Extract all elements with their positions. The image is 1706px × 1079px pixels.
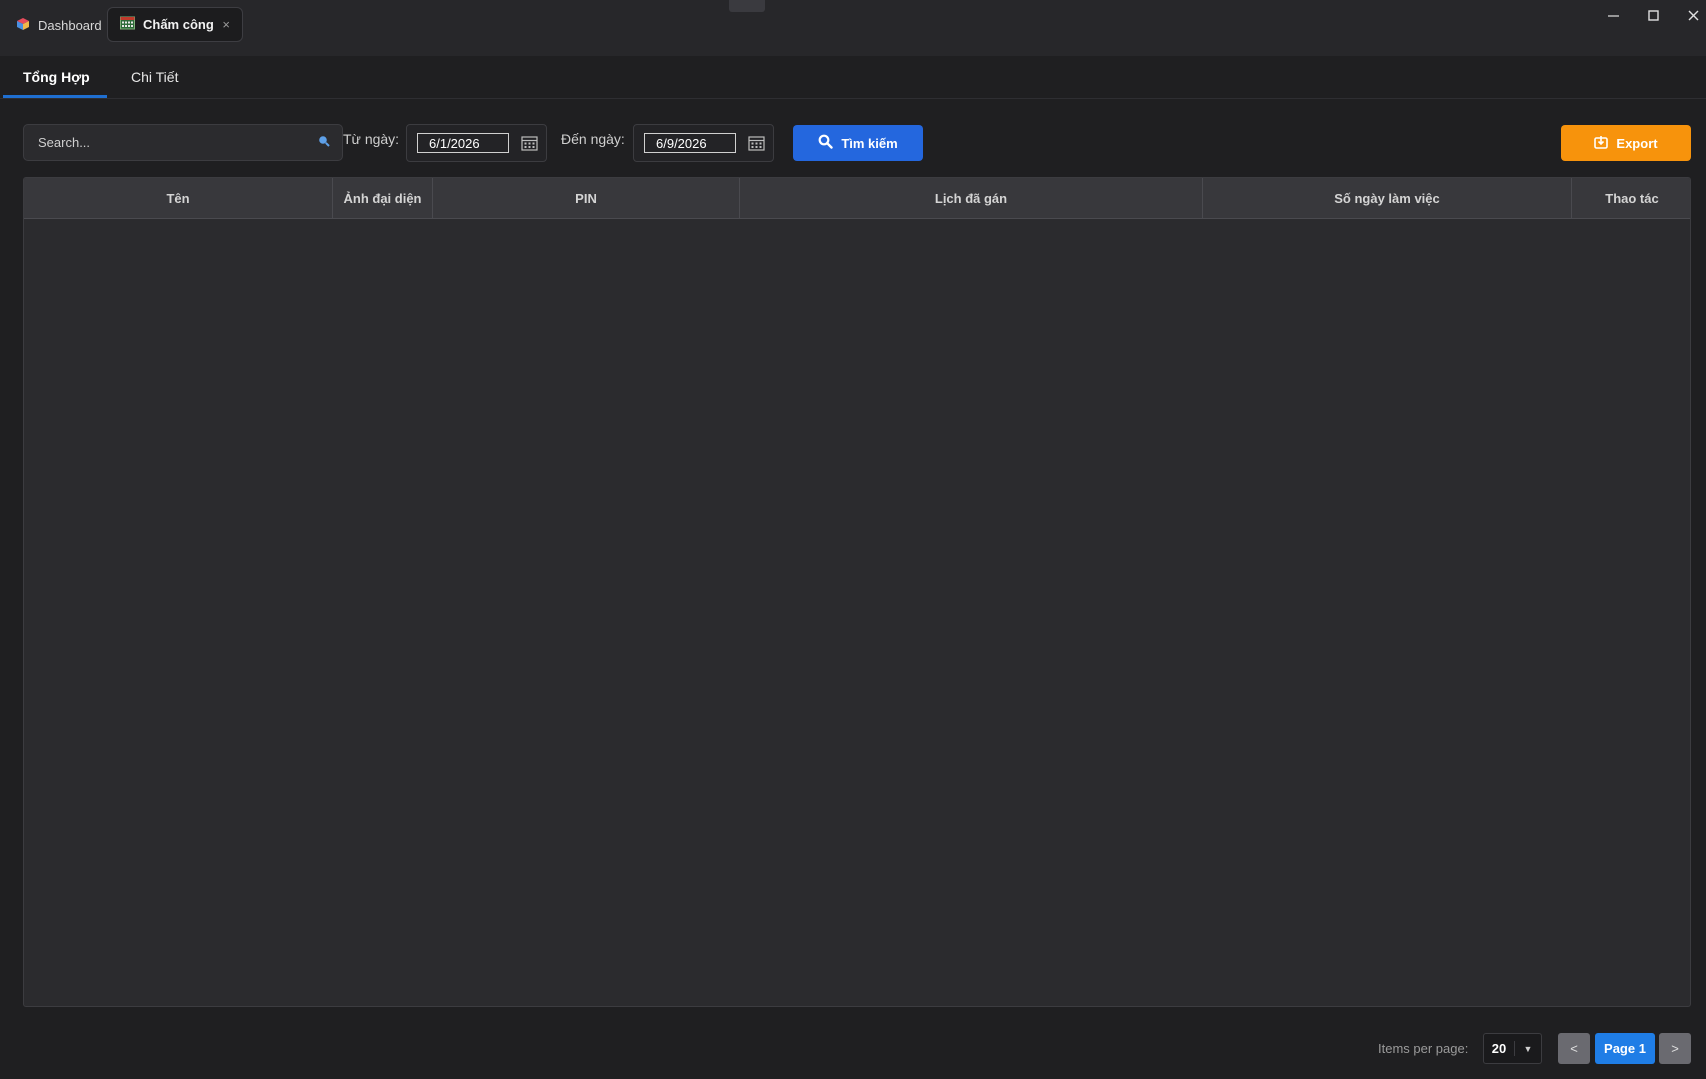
tab-dashboard[interactable]: Dashboard (10, 10, 108, 40)
magnifier-icon (818, 134, 834, 152)
tab-dashboard-label: Dashboard (38, 17, 102, 33)
items-per-page-value: 20 (1484, 1041, 1515, 1056)
cube-logo-icon (16, 17, 30, 34)
items-per-page-select[interactable]: 20 ▼ (1483, 1033, 1542, 1064)
prev-page-button[interactable]: < (1558, 1033, 1590, 1064)
search-input[interactable] (36, 134, 318, 151)
search-button-label: Tìm kiếm (841, 135, 898, 151)
export-icon (1594, 135, 1609, 152)
next-page-button[interactable]: > (1659, 1033, 1691, 1064)
export-button-label: Export (1616, 135, 1658, 151)
from-date-picker[interactable]: 6/1/2026 (406, 124, 547, 162)
tab-cham-cong-label: Chấm công (143, 17, 214, 32)
active-tab-indicator (3, 95, 107, 98)
column-header-anh-dai-dien[interactable]: Ảnh đại diện (333, 178, 433, 218)
from-date-label: Từ ngày: (343, 131, 400, 147)
to-date-label: Đến ngày: (561, 131, 625, 147)
column-header-thao-tac[interactable]: Thao tác (1572, 178, 1690, 218)
subtab-tong-hop[interactable]: Tổng Hợp (23, 56, 90, 98)
maximize-button[interactable] (1633, 4, 1673, 26)
tab-close-icon[interactable]: × (222, 17, 230, 32)
calendar-grid-icon (120, 16, 135, 33)
column-header-ten[interactable]: Tên (24, 178, 333, 218)
search-button[interactable]: Tìm kiếm (793, 125, 923, 161)
export-button[interactable]: Export (1561, 125, 1691, 161)
minimize-button[interactable] (1593, 4, 1633, 26)
close-window-button[interactable] (1673, 4, 1706, 26)
subtab-chi-tiet[interactable]: Chi Tiết (131, 56, 178, 98)
window-drag-handle[interactable] (729, 0, 765, 12)
calendar-icon[interactable] (521, 135, 538, 151)
tab-cham-cong[interactable]: Chấm công × (107, 7, 243, 42)
title-bar: Dashboard Chấm công × (0, 0, 1706, 56)
items-per-page-label: Items per page: (1378, 1041, 1469, 1056)
data-table: Tên Ảnh đại diện PIN Lịch đã gán Số ngày… (23, 177, 1691, 1007)
search-icon[interactable] (318, 135, 330, 150)
chevron-down-icon[interactable]: ▼ (1515, 1044, 1541, 1054)
search-box[interactable] (23, 124, 343, 161)
current-page-button[interactable]: Page 1 (1595, 1033, 1655, 1064)
column-header-lich-da-gan[interactable]: Lịch đã gán (740, 178, 1203, 218)
to-date-field[interactable]: 6/9/2026 (644, 133, 736, 153)
table-header: Tên Ảnh đại diện PIN Lịch đã gán Số ngày… (24, 178, 1690, 219)
calendar-icon[interactable] (748, 135, 765, 151)
column-header-so-ngay-lam-viec[interactable]: Số ngày làm việc (1203, 178, 1572, 218)
subtab-bar: Tổng Hợp Chi Tiết (0, 56, 1706, 99)
column-header-pin[interactable]: PIN (433, 178, 740, 218)
from-date-field[interactable]: 6/1/2026 (417, 133, 509, 153)
to-date-picker[interactable]: 6/9/2026 (633, 124, 774, 162)
